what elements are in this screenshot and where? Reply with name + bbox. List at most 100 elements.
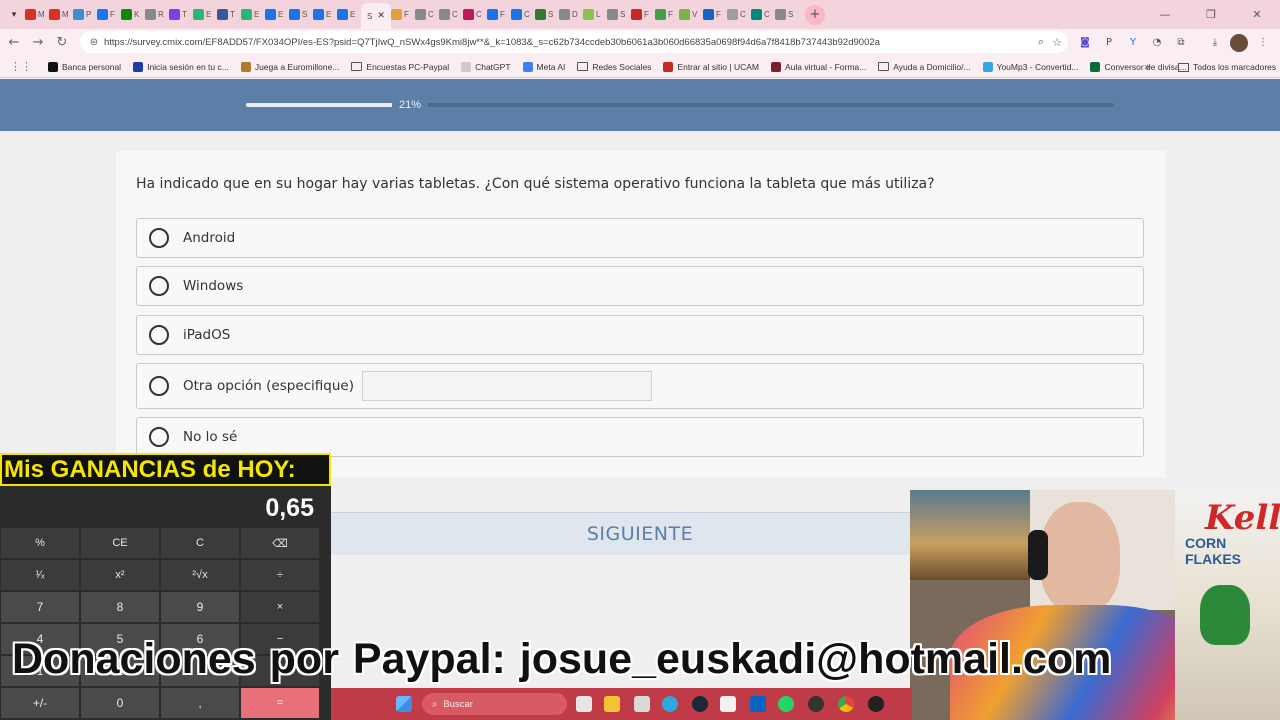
tab-6[interactable]: T: [169, 4, 193, 26]
forward-arrow-icon[interactable]: →: [26, 31, 50, 55]
tab-after-3[interactable]: C: [463, 4, 487, 26]
bookmark-0[interactable]: Banca personal: [42, 56, 127, 78]
calc-key-0-1[interactable]: CE: [81, 528, 159, 558]
outlook-icon[interactable]: [750, 696, 766, 712]
tab-after-2[interactable]: C: [439, 4, 463, 26]
calc-key-1-0[interactable]: ¹⁄ₓ: [1, 560, 79, 590]
extensions-puzzle-icon[interactable]: ⧉: [1172, 34, 1190, 52]
restore-icon[interactable]: ❐: [1188, 0, 1234, 29]
option-other[interactable]: Otra opción (especifique): [136, 363, 1144, 409]
calc-key-1-2[interactable]: ²√x: [161, 560, 239, 590]
bookmark-5[interactable]: Meta AI: [517, 56, 572, 78]
tab-9[interactable]: E: [241, 4, 265, 26]
calc-key-2-1[interactable]: 8: [81, 592, 159, 622]
calc-key-0-0[interactable]: %: [1, 528, 79, 558]
extension-shield-icon[interactable]: ◙: [1076, 34, 1094, 52]
store-icon[interactable]: [720, 696, 736, 712]
windows-start-icon[interactable]: [396, 696, 412, 712]
tab-after-7[interactable]: D: [559, 4, 583, 26]
tab-12[interactable]: E: [313, 4, 337, 26]
media-player-icon[interactable]: [868, 696, 884, 712]
all-bookmarks-folder[interactable]: Todos los marcadores: [1178, 56, 1276, 78]
next-button[interactable]: SIGUIENTE: [320, 512, 960, 555]
steam-icon[interactable]: [692, 696, 708, 712]
option-dont-know[interactable]: No lo sé: [136, 417, 1144, 457]
radio-ipados[interactable]: [149, 325, 169, 345]
calc-key-1-1[interactable]: x²: [81, 560, 159, 590]
tab-active-survey[interactable]: S ✕: [361, 3, 391, 29]
tab-after-11[interactable]: F: [655, 4, 679, 26]
option-android[interactable]: Android: [136, 218, 1144, 258]
option-windows[interactable]: Windows: [136, 266, 1144, 306]
tab-after-5[interactable]: C: [511, 4, 535, 26]
calc-key-0-3[interactable]: ⌫: [241, 528, 319, 558]
bookmark-9[interactable]: Ayuda a Domicilio/...: [872, 56, 976, 78]
tab-after-6[interactable]: S: [535, 4, 559, 26]
calc-key-5-0[interactable]: +/-: [1, 688, 79, 718]
tab-5[interactable]: R: [145, 4, 169, 26]
tab-after-14[interactable]: C: [727, 4, 751, 26]
tab-0[interactable]: M: [25, 4, 49, 26]
calc-key-5-2[interactable]: ,: [161, 688, 239, 718]
extension-circle-icon[interactable]: ◔: [1148, 34, 1166, 52]
profile-avatar[interactable]: [1230, 33, 1248, 52]
tab-after-0[interactable]: F: [391, 4, 415, 26]
calc-key-2-0[interactable]: 7: [1, 592, 79, 622]
close-window-icon[interactable]: ✕: [1234, 0, 1280, 29]
tab-after-8[interactable]: L: [583, 4, 607, 26]
tab-1[interactable]: M: [49, 4, 73, 26]
calculator-app-icon[interactable]: [634, 696, 650, 712]
app-icon[interactable]: [808, 696, 824, 712]
extension-y-icon[interactable]: Y: [1124, 34, 1142, 52]
file-explorer-icon[interactable]: [604, 696, 620, 712]
tab-10[interactable]: E: [265, 4, 289, 26]
bookmark-11[interactable]: Conversor de divisa...: [1084, 56, 1192, 78]
edge-icon[interactable]: [662, 696, 678, 712]
bookmark-7[interactable]: Entrar al sitio | UCAM: [657, 56, 765, 78]
bookmarks-overflow-icon[interactable]: »: [1144, 56, 1150, 78]
bookmark-1[interactable]: Inicia sesión en tu c...: [127, 56, 235, 78]
browser-menu-icon[interactable]: ⋮: [1254, 34, 1272, 52]
radio-dont-know[interactable]: [149, 427, 169, 447]
task-view-icon[interactable]: [576, 696, 592, 712]
tab-2[interactable]: P: [73, 4, 97, 26]
back-arrow-icon[interactable]: ←: [2, 31, 26, 55]
url-text[interactable]: https://survey.cmix.com/EF8ADD57/FX034OP…: [104, 37, 1004, 48]
site-info-icon[interactable]: ⊜: [84, 37, 104, 48]
calc-key-2-3[interactable]: ×: [241, 592, 319, 622]
whatsapp-icon[interactable]: [778, 696, 794, 712]
bookmark-8[interactable]: Aula virtual - Forma...: [765, 56, 872, 78]
tab-after-15[interactable]: C: [751, 4, 775, 26]
radio-android[interactable]: [149, 228, 169, 248]
bookmark-6[interactable]: Redes Sociales: [571, 56, 657, 78]
calc-key-5-3[interactable]: =: [241, 688, 319, 718]
reload-icon[interactable]: ↻: [50, 31, 74, 55]
tab-4[interactable]: K: [121, 4, 145, 26]
radio-windows[interactable]: [149, 276, 169, 296]
new-tab-button[interactable]: +: [805, 4, 825, 25]
bookmark-star-icon[interactable]: ☆: [1052, 36, 1062, 49]
calc-key-2-2[interactable]: 9: [161, 592, 239, 622]
option-ipados[interactable]: iPadOS: [136, 315, 1144, 355]
calc-key-5-1[interactable]: 0: [81, 688, 159, 718]
tab-8[interactable]: T: [217, 4, 241, 26]
tab-11[interactable]: S: [289, 4, 313, 26]
radio-other[interactable]: [149, 376, 169, 396]
tab-after-1[interactable]: C: [415, 4, 439, 26]
calc-key-0-2[interactable]: C: [161, 528, 239, 558]
tab-after-4[interactable]: F: [487, 4, 511, 26]
tab-3[interactable]: F: [97, 4, 121, 26]
extension-p-icon[interactable]: P: [1100, 34, 1118, 52]
bookmark-10[interactable]: YouMp3 - Convertid...: [977, 56, 1085, 78]
tab-close-icon[interactable]: ✕: [377, 11, 385, 21]
tab-after-12[interactable]: V: [679, 4, 703, 26]
tab-after-16[interactable]: S: [775, 4, 799, 26]
tab-after-9[interactable]: S: [607, 4, 631, 26]
calc-key-1-3[interactable]: ÷: [241, 560, 319, 590]
taskbar-search[interactable]: ⌕ Buscar: [422, 693, 567, 715]
apps-grid-icon[interactable]: ⋮⋮: [0, 56, 42, 78]
address-bar[interactable]: ⊜ https://survey.cmix.com/EF8ADD57/FX034…: [80, 31, 1068, 53]
bookmark-4[interactable]: ChatGPT: [455, 56, 516, 78]
tab-after-10[interactable]: F: [631, 4, 655, 26]
minimize-icon[interactable]: —: [1142, 0, 1188, 29]
